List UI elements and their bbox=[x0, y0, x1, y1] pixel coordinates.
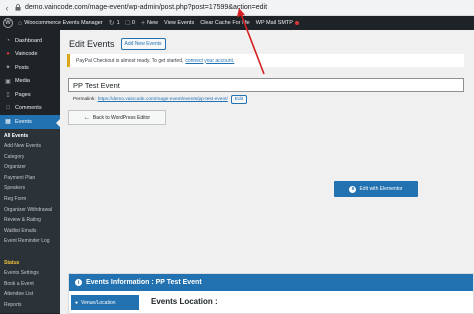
screenshot: ‹ demo.vaincode.com/mage-event/wp-admin/… bbox=[0, 0, 474, 314]
events-location-title: Events Location : bbox=[151, 297, 218, 306]
lock-icon[interactable] bbox=[14, 4, 22, 12]
sidebar-item-comments[interactable]: □ Comments bbox=[0, 102, 60, 116]
wp-mail-smtp-link[interactable]: WP Mail SMTP bbox=[256, 20, 299, 26]
clear-cache-link[interactable]: Clear Cache For Me bbox=[200, 20, 250, 26]
events-information-box: i Events Information : PP Test Event ● V… bbox=[68, 273, 474, 314]
submenu-book-a-event[interactable]: Book a Event bbox=[0, 279, 60, 290]
back-button-label: Back to WordPress Editor bbox=[92, 114, 151, 121]
smtp-label: WP Mail SMTP bbox=[255, 20, 293, 26]
permalink-label: Permalink: bbox=[73, 97, 96, 102]
vaincode-icon: ● bbox=[6, 51, 10, 58]
tab-venue-location[interactable]: ● Venue/Location bbox=[71, 295, 139, 310]
new-label: New bbox=[147, 20, 159, 26]
view-events-link[interactable]: View Events bbox=[164, 20, 194, 26]
venue-tab-label: Venue/Location bbox=[81, 299, 116, 306]
submenu-organizer-withdrawal[interactable]: Organizer Withdrawal bbox=[0, 205, 60, 216]
admin-bar-updates[interactable]: ↻ 1 bbox=[109, 19, 120, 27]
submenu-add-new-events[interactable]: Add New Events bbox=[0, 141, 60, 152]
submenu-attendee-list[interactable]: Attendee List bbox=[0, 289, 60, 300]
elementor-icon: e bbox=[349, 185, 357, 193]
home-icon: ⌂ bbox=[18, 19, 23, 27]
events-information-title: Events Information : PP Test Event bbox=[86, 279, 202, 286]
submenu-status[interactable]: Status bbox=[0, 258, 60, 269]
pages-icon: ▯ bbox=[6, 92, 10, 99]
permalink-link[interactable]: https://demo.vaincode.com/mage-event/eve… bbox=[98, 97, 228, 102]
sidebar-item-label: Comments bbox=[15, 105, 42, 112]
permalink-edit-button[interactable]: Edit bbox=[230, 95, 248, 104]
submenu-payment-plan[interactable]: Payment Plan bbox=[0, 173, 60, 184]
sidebar-item-dashboard[interactable]: ◔ Dashboard bbox=[0, 34, 60, 48]
sidebar-item-posts[interactable]: ✦ Posts bbox=[0, 61, 60, 75]
pin-icon: ✦ bbox=[5, 65, 11, 72]
edit-with-elementor-button[interactable]: e Edit with Elementor bbox=[334, 181, 418, 197]
sidebar-item-pages[interactable]: ▯ Pages bbox=[0, 88, 60, 102]
submenu-speakers[interactable]: Speakers bbox=[0, 183, 60, 194]
calendar-icon: ▦ bbox=[5, 119, 11, 126]
admin-bar-new[interactable]: + New bbox=[141, 20, 158, 27]
location-pin-icon: ● bbox=[75, 299, 79, 306]
page-title: Edit Events bbox=[69, 39, 115, 49]
plus-icon: + bbox=[140, 19, 146, 27]
comment-icon: □ bbox=[125, 19, 130, 27]
submenu-reports[interactable]: Reports bbox=[0, 300, 60, 311]
events-information-header: i Events Information : PP Test Event bbox=[69, 274, 473, 291]
comments-count: 0 bbox=[131, 20, 135, 26]
updates-count: 1 bbox=[116, 20, 120, 26]
admin-bar-home[interactable]: ⌂ Woocommerce Events Manager bbox=[18, 20, 103, 27]
wordpress-logo-icon[interactable]: W bbox=[3, 18, 13, 28]
sidebar-item-label: Posts bbox=[15, 64, 29, 71]
notification-dot-icon bbox=[294, 21, 299, 25]
sidebar-item-vaincode[interactable]: ● Vaincode bbox=[0, 48, 60, 62]
wp-admin-bar: W ⌂ Woocommerce Events Manager ↻ 1 □ 0 +… bbox=[0, 16, 474, 30]
notice-text: PayPal Checkout is almost ready. To get … bbox=[76, 57, 184, 64]
sidebar-item-label: Media bbox=[15, 78, 30, 85]
submenu-spacer bbox=[0, 247, 60, 258]
comments-icon: □ bbox=[6, 105, 10, 112]
sidebar-item-events[interactable]: ▦ Events bbox=[0, 115, 60, 129]
chevron-left-icon[interactable]: ‹ bbox=[2, 2, 12, 14]
admin-bar-comments[interactable]: □ 0 bbox=[126, 20, 135, 27]
submenu-organizer[interactable]: Organizer bbox=[0, 162, 60, 173]
add-new-events-button[interactable]: Add New Events bbox=[120, 38, 166, 50]
submenu-all-events[interactable]: All Events bbox=[0, 131, 60, 142]
main-content: Edit Events Add New Events PayPal Checko… bbox=[60, 30, 474, 314]
elementor-button-label: Edit with Elementor bbox=[359, 186, 403, 192]
browser-address-bar[interactable]: ‹ demo.vaincode.com/mage-event/wp-admin/… bbox=[0, 0, 474, 16]
submenu-reg-form[interactable]: Reg Form bbox=[0, 194, 60, 205]
dashboard-icon: ◔ bbox=[6, 37, 10, 44]
media-icon: ▣ bbox=[5, 78, 11, 85]
submenu-review-rating[interactable]: Review & Rating bbox=[0, 215, 60, 226]
post-title-input[interactable]: PP Test Event bbox=[68, 78, 464, 92]
submenu-events-settings[interactable]: Events Settings bbox=[0, 268, 60, 279]
submenu-waitlist-emails[interactable]: Waitlist Emails bbox=[0, 226, 60, 237]
sidebar-item-label: Dashboard bbox=[15, 37, 42, 44]
events-submenu: All Events Add New Events Category Organ… bbox=[0, 128, 60, 313]
arrow-left-icon: ← bbox=[83, 114, 90, 121]
sidebar-item-media[interactable]: ▣ Media bbox=[0, 75, 60, 89]
heading-row: Edit Events Add New Events bbox=[69, 38, 166, 50]
paypal-notice: PayPal Checkout is almost ready. To get … bbox=[67, 54, 464, 67]
sidebar-item-label: Vaincode bbox=[15, 51, 38, 58]
sidebar-item-label: Pages bbox=[15, 91, 31, 98]
events-information-body: ● Venue/Location Events Location : bbox=[69, 291, 473, 310]
info-icon: i bbox=[75, 279, 82, 286]
submenu-event-reminder-log[interactable]: Event Reminder Log bbox=[0, 236, 60, 247]
url-text[interactable]: demo.vaincode.com/mage-event/wp-admin/po… bbox=[25, 4, 267, 11]
admin-sidebar: ◔ Dashboard ● Vaincode ✦ Posts ▣ Media ▯… bbox=[0, 30, 60, 314]
back-to-wordpress-editor-button[interactable]: ← Back to WordPress Editor bbox=[68, 110, 166, 125]
submenu-category[interactable]: Category bbox=[0, 152, 60, 163]
permalink: Permalink: https://demo.vaincode.com/mag… bbox=[73, 95, 248, 104]
connect-account-link[interactable]: connect your account. bbox=[185, 58, 234, 64]
updates-icon: ↻ bbox=[108, 20, 115, 27]
site-name: Woocommerce Events Manager bbox=[24, 20, 103, 26]
sidebar-item-label: Events bbox=[15, 118, 32, 125]
